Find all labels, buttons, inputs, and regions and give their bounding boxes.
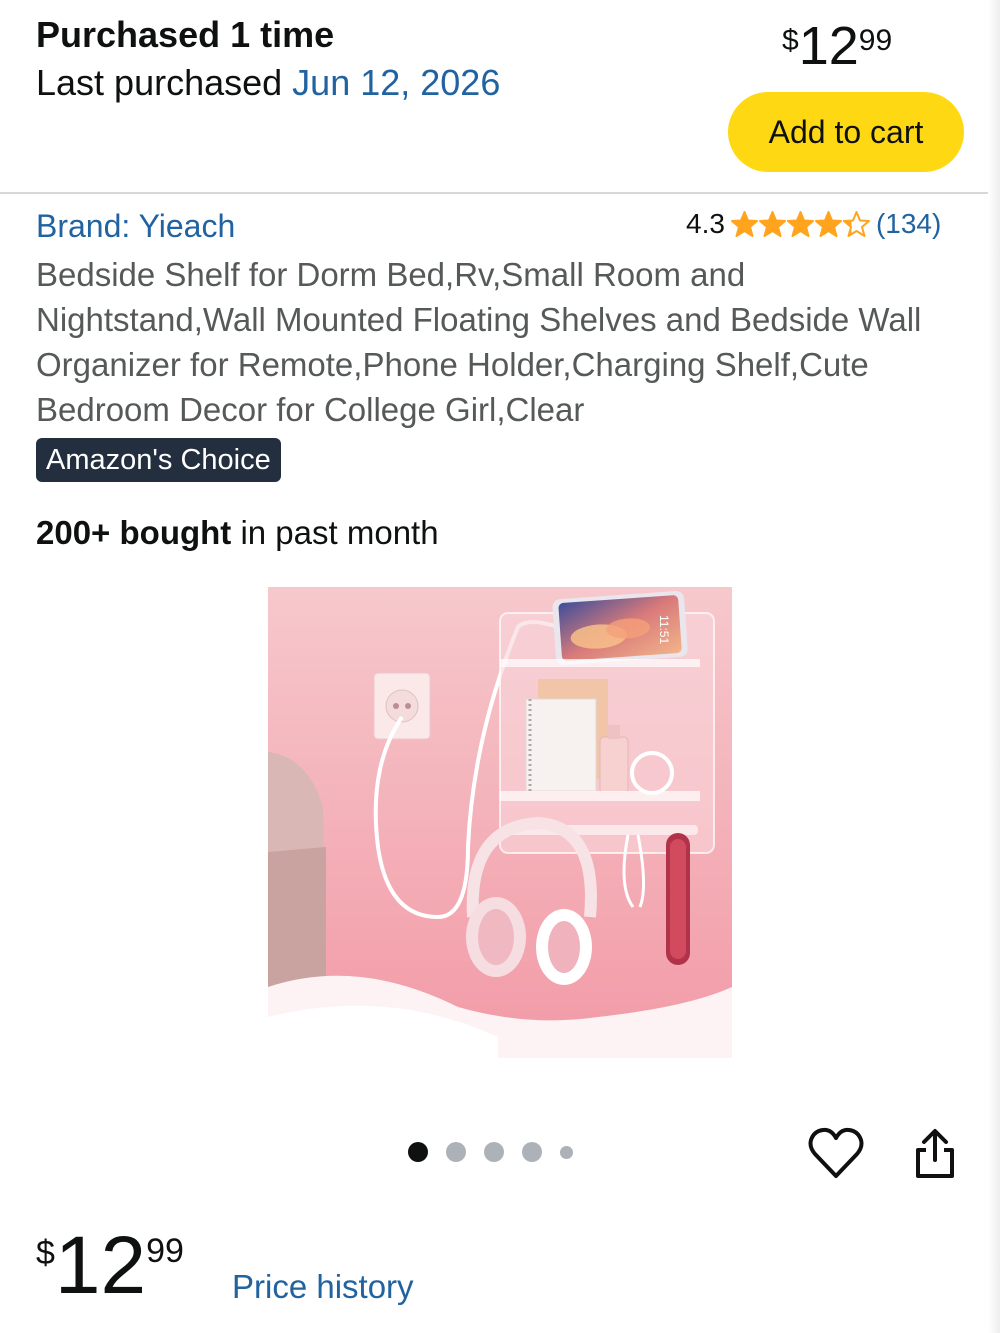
purchase-count: Purchased 1 time [36, 14, 335, 55]
bought-period: in past month [231, 514, 439, 551]
brand-link[interactable]: Brand: Yieach [36, 208, 235, 245]
bought-in-past-month: 200+ bought in past month [36, 514, 439, 552]
star-icon [730, 211, 758, 237]
price-history-link[interactable]: Price history [232, 1268, 414, 1306]
bought-count: 200+ bought [36, 514, 232, 551]
scrollbar[interactable] [988, 0, 1000, 1333]
rating-value: 4.3 [686, 208, 725, 239]
carousel-dot[interactable] [560, 1145, 573, 1159]
product-title: Bedside Shelf for Dorm Bed,Rv,Small Room… [36, 256, 922, 428]
rating-stars [730, 211, 870, 237]
main-price: $ 12 99 [36, 1222, 184, 1310]
carousel-dot[interactable] [408, 1142, 428, 1162]
star-icon [842, 211, 870, 237]
star-icon [786, 211, 814, 237]
header-divider [0, 192, 1000, 194]
last-purchased: Last purchased Jun 12, 2026 [36, 62, 500, 104]
carousel-dot[interactable] [522, 1142, 542, 1162]
carousel-dot[interactable] [446, 1142, 466, 1162]
product-photo-illustration: 11:51 [268, 587, 732, 1058]
add-to-cart-button[interactable]: Add to cart [728, 92, 964, 172]
main-price-whole: 12 [54, 1220, 147, 1311]
image-carousel-indicator[interactable] [408, 1142, 573, 1162]
carousel-dot[interactable] [484, 1142, 504, 1162]
star-icon [758, 211, 786, 237]
share-icon[interactable] [912, 1126, 958, 1180]
header-price: $ 12 99 [782, 18, 892, 74]
header-price-fraction: 99 [858, 24, 893, 57]
header-price-currency: $ [782, 24, 799, 57]
rating-summary[interactable]: 4.3 (134) [686, 208, 941, 240]
main-price-fraction: 99 [146, 1232, 184, 1270]
header-price-whole: 12 [798, 16, 859, 76]
amazons-choice-badge: Amazon's Choice [36, 438, 281, 482]
main-price-currency: $ [36, 1234, 55, 1272]
review-count[interactable]: (134) [876, 208, 941, 240]
product-image[interactable]: 11:51 [268, 587, 732, 1058]
last-purchased-date[interactable]: Jun 12, 2026 [292, 62, 500, 103]
heart-outline-icon[interactable] [808, 1126, 864, 1180]
phone-time: 11:51 [657, 615, 671, 644]
star-icon [814, 211, 842, 237]
last-purchased-label: Last purchased [36, 62, 293, 103]
